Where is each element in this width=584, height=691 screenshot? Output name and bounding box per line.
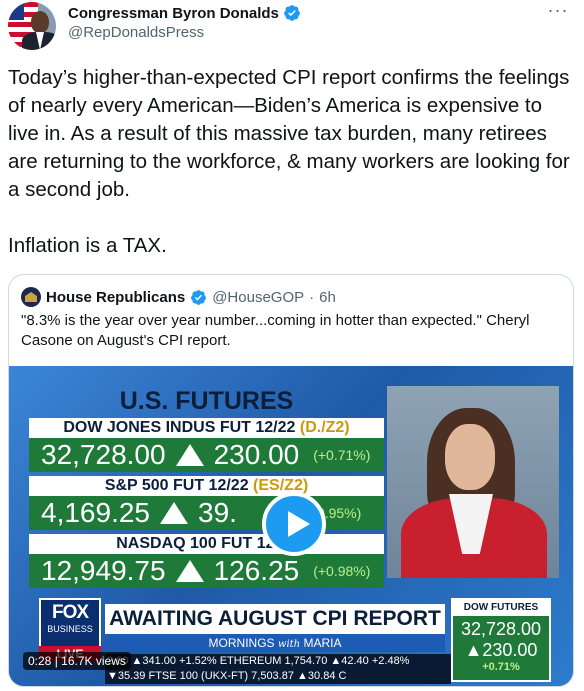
futures-panel: U.S. FUTURES DOW JONES INDUS FUT 12/22 (… — [29, 386, 384, 588]
verified-badge-icon — [284, 5, 300, 21]
futures-row-nasdaq: NASDAQ 100 FUT 12/22 12,949.75 126.25 (+… — [29, 534, 384, 588]
video-duration: 0:28 — [28, 654, 52, 668]
futures-label: DOW JONES INDUS FUT 12/22 (D./Z2) — [29, 418, 384, 438]
play-icon[interactable] — [262, 492, 326, 556]
market-ticker: 2.00 ▲341.00 +1.52% ETHEREUM 1,754.70 ▲4… — [105, 654, 451, 684]
up-arrow-icon — [175, 444, 204, 466]
quoted-author-name[interactable]: House Republicans — [46, 289, 185, 306]
futures-percent: (+0.71%) — [313, 447, 371, 463]
quoted-tweet-text: "8.3% is the year over year number...com… — [21, 312, 530, 349]
author-display-name[interactable]: Congressman Byron Donalds — [68, 5, 279, 22]
video-stats-badge: 0:28 | 16.7K views — [23, 652, 131, 670]
futures-row-dow: DOW JONES INDUS FUT 12/22 (D./Z2) 32,728… — [29, 418, 384, 472]
show-name-with: with — [277, 639, 301, 650]
futures-name: S&P 500 FUT 12/22 — [104, 477, 254, 494]
tweet-text: Today’s higher-than-expected CPI report … — [8, 66, 570, 257]
author-avatar[interactable] — [8, 2, 56, 50]
more-icon[interactable]: ··· — [544, 1, 572, 24]
futures-value-bar: 4,169.25 39. 0.95%) — [29, 496, 384, 530]
show-name-part: MORNINGS — [208, 636, 278, 650]
ticker-line: ▼35.39 FTSE 100 (UKX-FT) 7,503.87 ▲30.84… — [107, 670, 347, 682]
dow-futures-title: DOW FUTURES — [453, 600, 549, 616]
up-arrow-icon — [175, 560, 204, 582]
futures-value-bar: 32,728.00 230.00 (+0.71%) — [29, 438, 384, 472]
futures-value: 12,949.75 — [41, 555, 166, 586]
lower-third: FOX BUSINESS LIVE AWAITING AUGUST CPI RE… — [9, 598, 573, 686]
anchor-face — [445, 424, 495, 490]
anchor-video-frame — [387, 386, 559, 578]
video-views: 16.7K views — [61, 654, 126, 668]
avatar-head — [31, 11, 49, 33]
dow-futures-value: 32,728.00 — [460, 619, 542, 639]
show-name-part: MARIA — [300, 636, 342, 650]
futures-value: 4,169.25 — [41, 497, 150, 528]
futures-change: 230.00 — [213, 439, 300, 470]
quoted-tweet-header: House Republicans @HouseGOP · 6h — [21, 287, 336, 307]
futures-ticker: (D./Z2) — [299, 419, 350, 436]
futures-change: 39. — [198, 497, 237, 528]
quoted-tweet-card[interactable]: House Republicans @HouseGOP · 6h "8.3% i… — [8, 274, 574, 687]
separator-dot: · — [309, 288, 315, 306]
video-player[interactable]: U.S. FUTURES DOW JONES INDUS FUT 12/22 (… — [9, 366, 573, 686]
author-name-row[interactable]: Congressman Byron Donalds — [68, 4, 301, 22]
business-logo-text: BUSINESS — [47, 624, 93, 634]
verified-badge-icon — [191, 289, 207, 305]
futures-value: 32,728.00 — [41, 439, 166, 470]
futures-percent: (+0.98%) — [313, 563, 371, 579]
up-arrow-icon — [160, 502, 188, 524]
dow-futures-percent: +0.71% — [482, 661, 520, 673]
quoted-tweet-time[interactable]: 6h — [319, 289, 336, 306]
fox-logo-text: FOX — [51, 602, 89, 623]
dow-futures-box: DOW FUTURES 32,728.00 ▲230.00 +0.71% — [451, 598, 551, 682]
futures-name: DOW JONES INDUS FUT 12/22 — [63, 419, 300, 436]
futures-title: U.S. FUTURES — [119, 387, 294, 415]
headline-banner: AWAITING AUGUST CPI REPORT — [105, 604, 445, 634]
dow-futures-change: ▲230.00 — [464, 640, 538, 660]
ticker-line: 2.00 ▲341.00 +1.52% ETHEREUM 1,754.70 ▲4… — [107, 655, 410, 667]
futures-label: NASDAQ 100 FUT 12/22 — [29, 534, 384, 554]
futures-label: S&P 500 FUT 12/22 (ES/Z2) — [29, 476, 384, 496]
futures-ticker: (ES/Z2) — [253, 477, 309, 494]
futures-value-bar: 12,949.75 126.25 (+0.98%) — [29, 554, 384, 588]
quoted-author-handle[interactable]: @HouseGOP — [212, 289, 304, 306]
futures-change: 126.25 — [213, 555, 300, 586]
author-handle[interactable]: @RepDonaldsPress — [68, 24, 204, 41]
futures-row-sp500: S&P 500 FUT 12/22 (ES/Z2) 4,169.25 39. 0… — [29, 476, 384, 530]
show-name-bar: MORNINGS with MARIA — [105, 634, 445, 652]
quoted-author-avatar[interactable] — [21, 287, 41, 307]
